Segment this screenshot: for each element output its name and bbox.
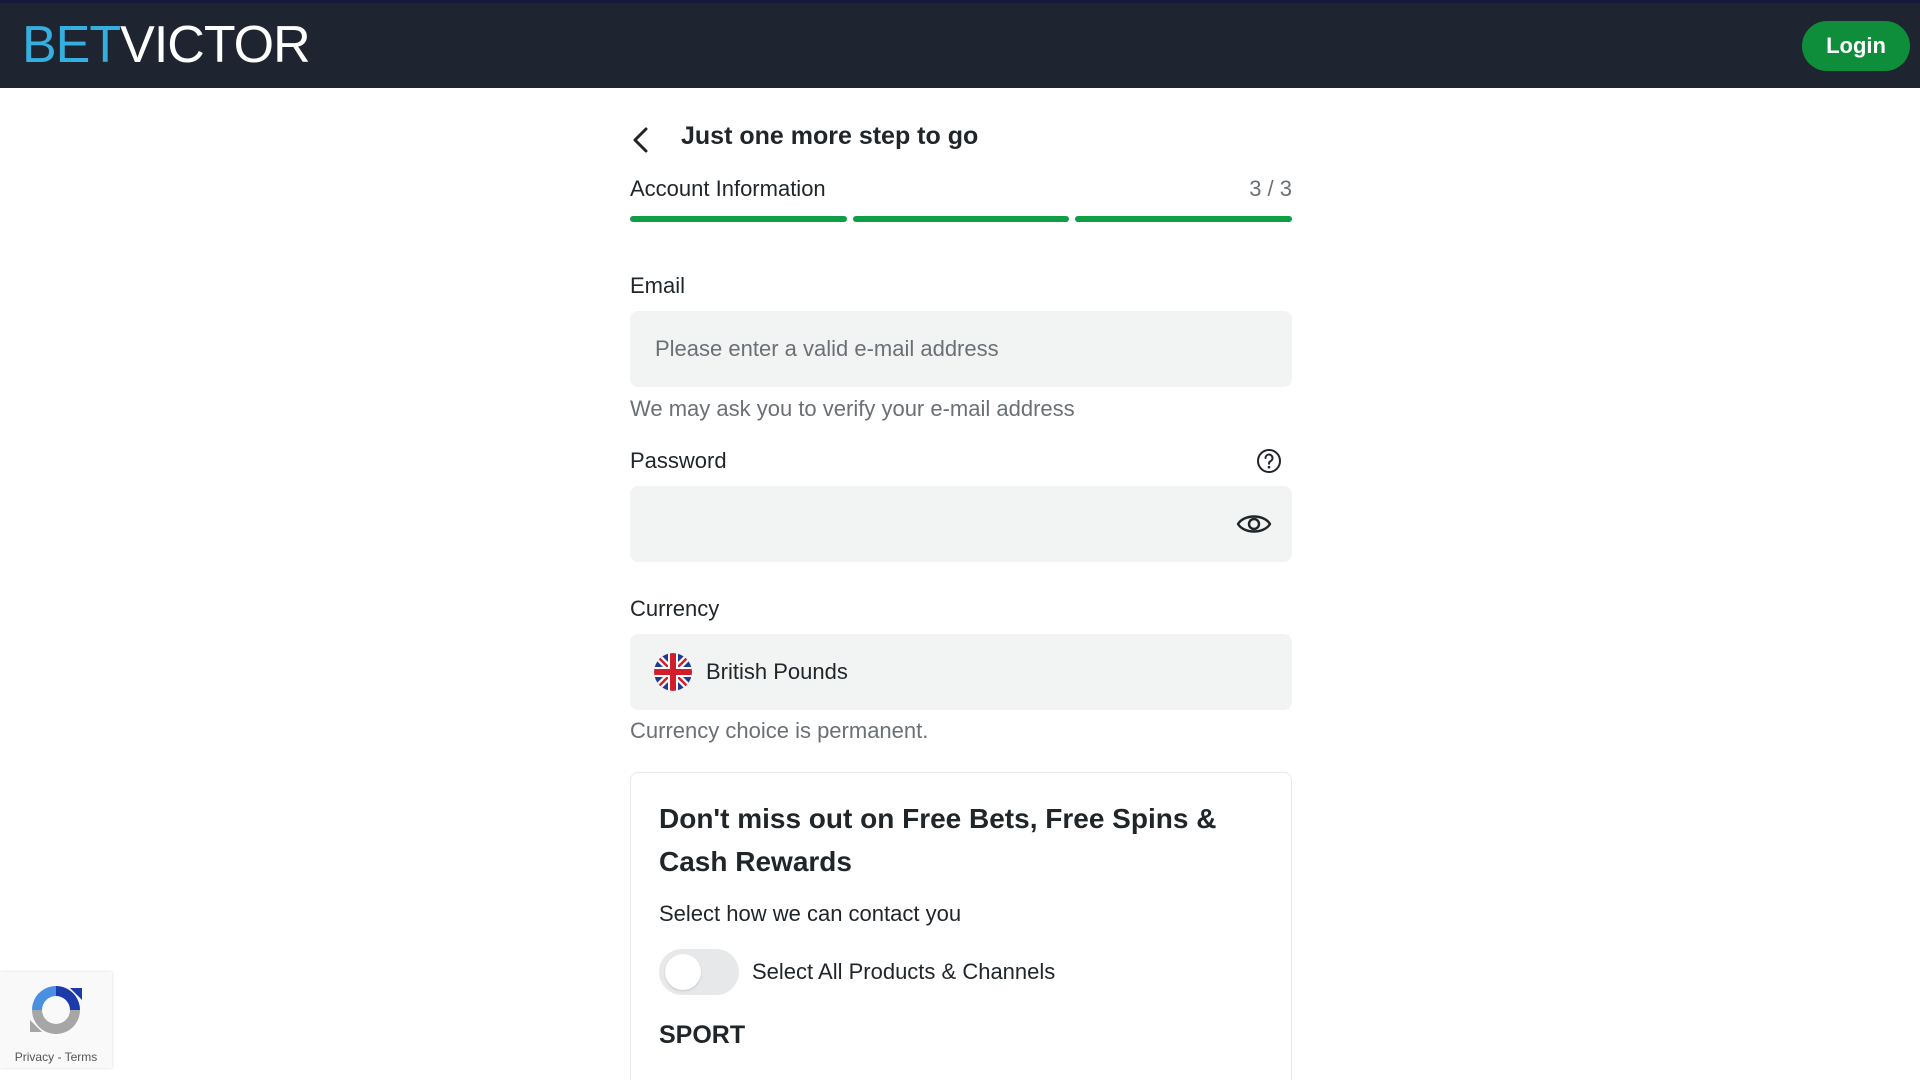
login-button[interactable]: Login (1802, 21, 1910, 71)
select-all-toggle[interactable] (659, 949, 739, 995)
email-label: Email (630, 273, 686, 298)
logo-victor: VICTOR (120, 16, 311, 74)
marketing-preferences-card: Don't miss out on Free Bets, Free Spins … (630, 772, 1292, 1080)
currency-hint: Currency choice is permanent. (630, 718, 929, 743)
eye-icon[interactable] (1236, 510, 1272, 538)
logo-bet: BET (22, 16, 121, 74)
step-title: Just one more step to go (681, 122, 979, 150)
select-all-label: Select All Products & Channels (752, 959, 1056, 984)
email-field-container (630, 311, 1292, 387)
progress-segment-2 (852, 216, 1070, 222)
step-counter: 3 / 3 (1249, 176, 1292, 201)
toggle-knob (665, 954, 701, 990)
password-field-container (630, 486, 1292, 562)
step-heading: Just one more step to go (630, 118, 1292, 158)
currency-value: British Pounds (706, 659, 848, 684)
progress-segment-3 (1075, 216, 1293, 222)
step-progress-bar (630, 216, 1293, 223)
password-label: Password (630, 448, 727, 473)
recaptcha-terms-link[interactable]: Terms (65, 1050, 98, 1064)
back-chevron-icon[interactable] (628, 124, 656, 156)
recaptcha-icon (30, 986, 82, 1034)
email-hint: We may ask you to verify your e-mail add… (630, 396, 1075, 421)
currency-select[interactable]: British Pounds (630, 634, 1292, 710)
promo-title: Don't miss out on Free Bets, Free Spins … (659, 803, 1217, 877)
top-navigation-bar: BETVICTOR Login (0, 0, 1920, 88)
recaptcha-privacy-link[interactable]: Privacy (15, 1050, 54, 1064)
currency-label: Currency (630, 596, 720, 621)
recaptcha-separator: - (54, 1050, 65, 1064)
sport-heading: SPORT (659, 1021, 746, 1049)
recaptcha-links: Privacy - Terms (0, 1050, 112, 1064)
email-field[interactable] (630, 311, 1292, 387)
promo-subtitle: Select how we can contact you (659, 901, 962, 926)
section-header: Account Information 3 / 3 (630, 176, 1292, 208)
recaptcha-badge[interactable]: Privacy - Terms (0, 972, 112, 1068)
section-label: Account Information (630, 176, 826, 201)
help-question-icon[interactable] (1256, 448, 1282, 474)
password-field[interactable] (630, 486, 1292, 562)
betvictor-logo[interactable]: BETVICTOR (22, 16, 311, 74)
uk-flag-icon (654, 653, 692, 691)
progress-segment-1 (630, 216, 847, 222)
